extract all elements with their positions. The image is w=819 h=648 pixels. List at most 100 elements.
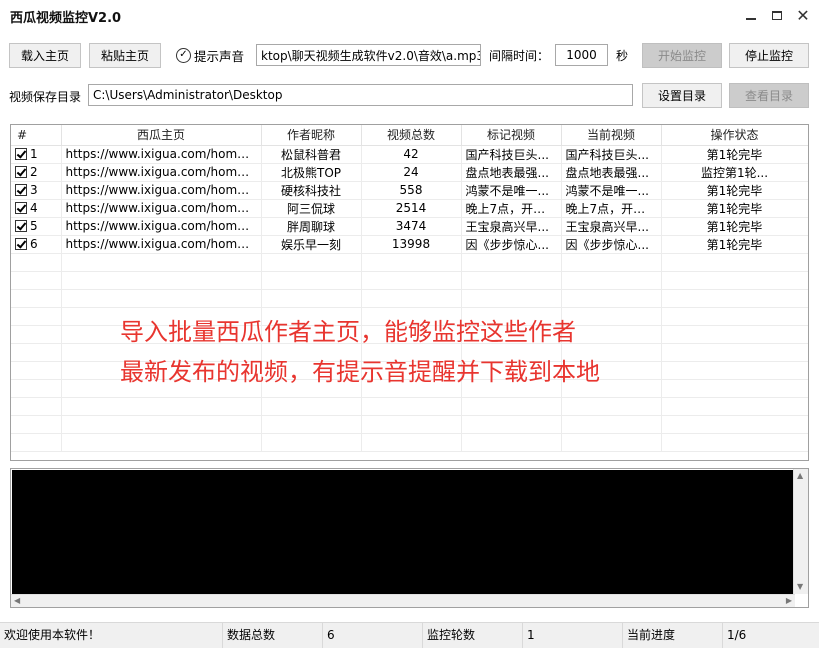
log-vertical-scrollbar[interactable]: ▲ ▼ xyxy=(793,469,808,594)
row-checkbox[interactable] xyxy=(15,202,27,214)
row-marked: 因《步步惊心... xyxy=(461,235,562,254)
row-current: 鸿蒙不是唯一... xyxy=(561,181,662,200)
interval-unit: 秒 xyxy=(616,49,629,63)
row-total: 558 xyxy=(361,181,462,200)
status-progress-value: 1/6 xyxy=(722,623,819,648)
set-dir-button[interactable]: 设置目录 xyxy=(642,83,722,108)
save-dir-label: 视频保存目录 xyxy=(9,90,82,104)
scroll-right-icon[interactable]: ▶ xyxy=(786,597,792,605)
log-horizontal-scrollbar[interactable]: ◀ ▶ xyxy=(11,594,795,607)
row-current: 盘点地表最强... xyxy=(561,163,662,182)
row-url: https://www.ixigua.com/home/... xyxy=(61,163,262,182)
status-total-value: 6 xyxy=(322,623,422,648)
row-checkbox[interactable] xyxy=(15,238,27,250)
row-status: 监控第1轮... xyxy=(661,163,808,182)
close-icon[interactable]: ✕ xyxy=(790,4,816,28)
status-bar: 欢迎使用本软件！ 数据总数 6 监控轮数 1 当前进度 1/6 xyxy=(0,622,819,648)
row-marked: 鸿蒙不是唯一... xyxy=(461,181,562,200)
row-num: 5 xyxy=(30,219,38,233)
row-total: 3474 xyxy=(361,217,462,236)
load-home-button[interactable]: 载入主页 xyxy=(9,43,81,68)
table-row[interactable]: 2 https://www.ixigua.com/home/... 北极熊TOP… xyxy=(11,163,808,182)
interval-label: 间隔时间： xyxy=(489,49,550,63)
col-header-total[interactable]: 视频总数 xyxy=(361,125,462,146)
table-header-row: # 西瓜主页 作者昵称 视频总数 标记视频 当前视频 操作状态 xyxy=(11,125,808,146)
row-total: 42 xyxy=(361,145,462,164)
row-status: 第1轮完毕 xyxy=(661,217,808,236)
stop-monitor-button[interactable]: 停止监控 xyxy=(729,43,809,68)
minimize-icon[interactable] xyxy=(738,4,764,28)
row-num: 2 xyxy=(30,165,38,179)
table-row[interactable]: 5 https://www.ixigua.com/home/... 胖周聊球 3… xyxy=(11,217,808,236)
table-row[interactable]: 6 https://www.ixigua.com/home/... 娱乐早一刻 … xyxy=(11,235,808,254)
row-author: 硬核科技社 xyxy=(261,181,362,200)
table-row[interactable]: 4 https://www.ixigua.com/home/... 阿三侃球 2… xyxy=(11,199,808,218)
check-icon: ✓ xyxy=(176,47,191,63)
row-total: 2514 xyxy=(361,199,462,218)
row-num: 1 xyxy=(30,147,38,161)
title-bar: 西瓜视频监控V2.0 ✕ xyxy=(0,0,819,32)
row-checkbox[interactable] xyxy=(15,148,27,160)
status-progress-label: 当前进度 xyxy=(622,623,722,648)
window-title: 西瓜视频监控V2.0 xyxy=(10,11,122,26)
paste-home-button[interactable]: 粘贴主页 xyxy=(89,43,161,68)
row-author: 北极熊TOP xyxy=(261,163,362,182)
start-monitor-button[interactable]: 开始监控 xyxy=(642,43,722,68)
row-url: https://www.ixigua.com/home/... xyxy=(61,199,262,218)
row-url: https://www.ixigua.com/home/... xyxy=(61,181,262,200)
sound-toggle[interactable]: ✓ 提示声音 xyxy=(176,45,244,65)
overlay-caption-line1: 导入批量西瓜作者主页，能够监控这些作者 xyxy=(120,318,576,346)
row-status: 第1轮完毕 xyxy=(661,199,808,218)
sound-label: 提示声音 xyxy=(194,48,245,64)
table-row[interactable]: 3 https://www.ixigua.com/home/... 硬核科技社 … xyxy=(11,181,808,200)
col-header-status[interactable]: 操作状态 xyxy=(661,125,808,146)
row-current: 国产科技巨头... xyxy=(561,145,662,164)
row-current: 王宝泉高兴早... xyxy=(561,217,662,236)
col-header-num[interactable]: # xyxy=(11,125,62,146)
view-dir-button[interactable]: 查看目录 xyxy=(729,83,809,108)
row-status: 第1轮完毕 xyxy=(661,145,808,164)
row-checkbox[interactable] xyxy=(15,166,27,178)
col-header-marked[interactable]: 标记视频 xyxy=(461,125,562,146)
overlay-caption-line2: 最新发布的视频，有提示音提醒并下载到本地 xyxy=(120,358,600,386)
row-author: 娱乐早一刻 xyxy=(261,235,362,254)
row-status: 第1轮完毕 xyxy=(661,235,808,254)
row-url: https://www.ixigua.com/home/... xyxy=(61,145,262,164)
row-marked: 王宝泉高兴早... xyxy=(461,217,562,236)
maximize-icon[interactable] xyxy=(764,4,790,28)
author-grid: # 西瓜主页 作者昵称 视频总数 标记视频 当前视频 操作状态 1 https:… xyxy=(11,125,808,452)
sound-file-field[interactable]: ktop\聊天视频生成软件v2.0\音效\a.mp3 xyxy=(256,44,481,66)
interval-input[interactable]: 1000 xyxy=(555,44,608,66)
row-author: 阿三侃球 xyxy=(261,199,362,218)
row-marked: 盘点地表最强... xyxy=(461,163,562,182)
row-url: https://www.ixigua.com/home/... xyxy=(61,217,262,236)
scroll-down-icon[interactable]: ▼ xyxy=(797,583,803,591)
col-header-author[interactable]: 作者昵称 xyxy=(261,125,362,146)
row-checkbox[interactable] xyxy=(15,184,27,196)
row-url: https://www.ixigua.com/home/... xyxy=(61,235,262,254)
status-round-label: 监控轮数 xyxy=(422,623,522,648)
row-status: 第1轮完毕 xyxy=(661,181,808,200)
row-author: 胖周聊球 xyxy=(261,217,362,236)
row-num: 6 xyxy=(30,237,38,251)
row-total: 13998 xyxy=(361,235,462,254)
col-header-home[interactable]: 西瓜主页 xyxy=(61,125,262,146)
status-round-value: 1 xyxy=(522,623,622,648)
row-num: 4 xyxy=(30,201,38,215)
table-row[interactable]: 1 https://www.ixigua.com/home/... 松鼠科普君 … xyxy=(11,145,808,164)
col-header-current[interactable]: 当前视频 xyxy=(561,125,662,146)
row-marked: 晚上7点，开赛... xyxy=(461,199,562,218)
scroll-up-icon[interactable]: ▲ xyxy=(797,472,803,480)
row-checkbox[interactable] xyxy=(15,220,27,232)
row-author: 松鼠科普君 xyxy=(261,145,362,164)
save-dir-input[interactable]: C:\Users\Administrator\Desktop xyxy=(88,84,633,106)
author-table: # 西瓜主页 作者昵称 视频总数 标记视频 当前视频 操作状态 1 https:… xyxy=(10,124,809,461)
scroll-left-icon[interactable]: ◀ xyxy=(14,597,20,605)
status-welcome: 欢迎使用本软件！ xyxy=(4,628,101,642)
row-current: 因《步步惊心... xyxy=(561,235,662,254)
log-output[interactable] xyxy=(12,470,794,595)
row-total: 24 xyxy=(361,163,462,182)
row-marked: 国产科技巨头... xyxy=(461,145,562,164)
row-num: 3 xyxy=(30,183,38,197)
status-total-label: 数据总数 xyxy=(222,623,322,648)
